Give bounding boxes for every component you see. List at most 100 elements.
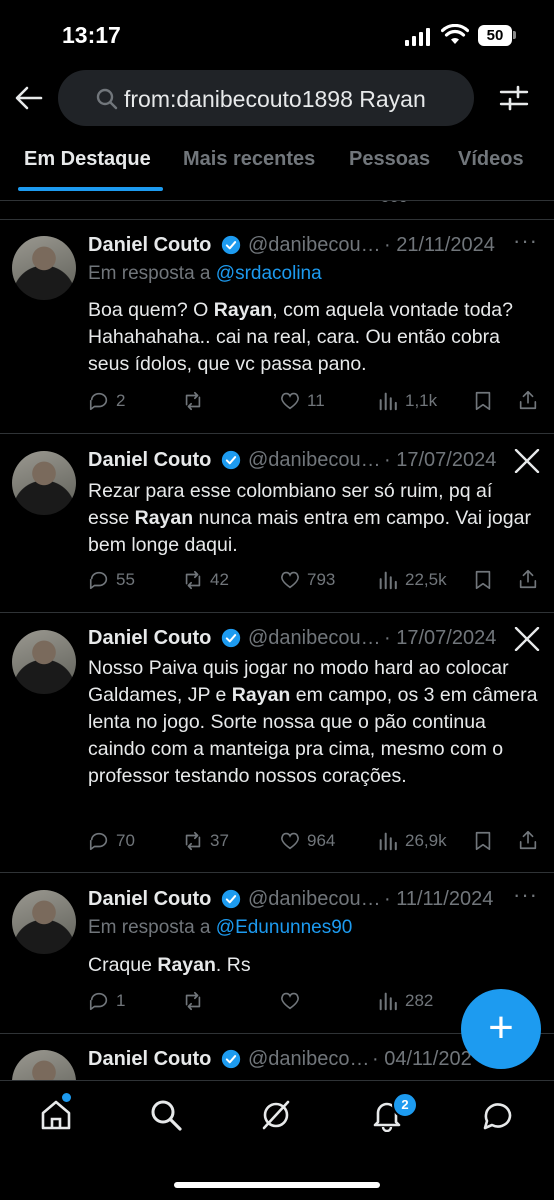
- reply-mention-link[interactable]: @srdacolina: [216, 263, 322, 284]
- like-count: 793: [307, 570, 336, 589]
- reply-icon: [89, 392, 108, 411]
- views-action[interactable]: 26,9k: [377, 830, 447, 852]
- tweet-author-name[interactable]: Daniel Couto: [88, 1048, 211, 1071]
- back-arrow-icon[interactable]: [14, 84, 44, 112]
- like-action[interactable]: 793: [279, 569, 335, 591]
- views-icon: [379, 571, 397, 590]
- reply-action[interactable]: 55: [88, 569, 135, 591]
- heart-icon: [281, 392, 299, 410]
- avatar[interactable]: [12, 451, 76, 515]
- verified-badge-icon: [221, 628, 241, 648]
- views-icon: [379, 392, 397, 411]
- tweet-text: Craque Rayan. Rs: [88, 952, 538, 979]
- like-action[interactable]: 11: [279, 390, 325, 412]
- heart-icon: [281, 571, 299, 589]
- x-logo-icon: [514, 627, 540, 651]
- x-logo-icon: [514, 449, 540, 473]
- like-action[interactable]: 964: [279, 830, 335, 852]
- retweet-icon: [185, 991, 201, 1011]
- tweet-handle[interactable]: @danibecou…: [248, 234, 381, 257]
- search-icon[interactable]: [149, 1098, 183, 1132]
- retweet-icon: [185, 391, 201, 411]
- share-icon[interactable]: [517, 829, 539, 851]
- highlight-term: Rayan: [134, 507, 194, 529]
- tweet-date[interactable]: · 17/07/2024: [384, 627, 496, 650]
- reply-mention-link[interactable]: @Edununnes90: [216, 917, 353, 938]
- tweet-date[interactable]: · 11/11/2024: [384, 888, 493, 911]
- tweet-date[interactable]: · 17/07/2024: [384, 449, 496, 472]
- views-count: 1,1k: [405, 391, 438, 410]
- tab-em-destaque[interactable]: Em Destaque: [24, 148, 151, 171]
- tweet-author-name[interactable]: Daniel Couto: [88, 888, 211, 911]
- avatar[interactable]: [12, 890, 76, 954]
- like-action[interactable]: [279, 990, 307, 1012]
- share-icon[interactable]: [517, 389, 539, 411]
- messages-icon[interactable]: [481, 1098, 515, 1132]
- reply-action[interactable]: 1: [88, 990, 125, 1012]
- tweet-author-name[interactable]: Daniel Couto: [88, 234, 211, 257]
- tweet-author-name[interactable]: Daniel Couto: [88, 449, 211, 472]
- grok-icon[interactable]: [259, 1098, 293, 1132]
- bookmark-icon[interactable]: [472, 569, 494, 591]
- tweet-handle[interactable]: @danibeco…: [248, 1048, 369, 1071]
- search-icon: [96, 88, 118, 110]
- reply-action[interactable]: 2: [88, 390, 125, 412]
- like-count: 11: [307, 391, 325, 410]
- avatar[interactable]: [12, 236, 76, 300]
- more-options-icon[interactable]: ···: [513, 882, 538, 908]
- tab-mais-recentes[interactable]: Mais recentes: [183, 148, 315, 171]
- views-action[interactable]: 1,1k: [377, 390, 437, 412]
- tweet-handle[interactable]: @danibecou…: [248, 627, 381, 650]
- wifi-icon: [441, 24, 469, 44]
- divider: [0, 219, 554, 220]
- reply-action[interactable]: 70: [88, 830, 135, 852]
- reply-count: 55: [116, 570, 135, 589]
- avatar[interactable]: [12, 630, 76, 694]
- retweet-icon: [185, 570, 201, 590]
- retweet-action[interactable]: [182, 990, 210, 1012]
- battery-indicator: 50: [478, 25, 512, 46]
- retweet-action[interactable]: 42: [182, 569, 229, 591]
- views-action[interactable]: 282: [377, 990, 433, 1012]
- search-query[interactable]: from:danibecouto1898 Rayan: [124, 86, 426, 113]
- divider: [0, 612, 554, 613]
- views-action[interactable]: 22,5k: [377, 569, 447, 591]
- retweet-action[interactable]: 37: [182, 830, 229, 852]
- reply-prefix: Em resposta a: [88, 917, 211, 938]
- retweet-count: 37: [210, 831, 229, 850]
- views-icon: [379, 832, 397, 851]
- divider: [0, 872, 554, 873]
- reply-count: 1: [116, 991, 126, 1010]
- views-count: 26,9k: [405, 831, 447, 850]
- retweet-action[interactable]: [182, 390, 210, 412]
- tweet-date[interactable]: · 21/11/2024: [384, 234, 495, 257]
- more-options-icon[interactable]: ···: [513, 228, 538, 254]
- share-icon[interactable]: [517, 568, 539, 590]
- tab-pessoas[interactable]: Pessoas: [349, 148, 430, 171]
- reply-context: Em resposta a @Edununnes90: [88, 917, 352, 939]
- tweet-handle[interactable]: @danibecou…: [248, 449, 381, 472]
- active-tab-indicator: [18, 187, 163, 191]
- bookmark-icon[interactable]: [472, 390, 494, 412]
- home-icon[interactable]: [39, 1098, 73, 1132]
- avatar[interactable]: [12, 1050, 76, 1080]
- filter-settings-icon[interactable]: [498, 82, 530, 114]
- reply-icon: [89, 832, 108, 851]
- views-icon: [379, 992, 397, 1011]
- battery-cap: [513, 31, 516, 39]
- tab-videos[interactable]: Vídeos: [458, 148, 524, 171]
- reply-icon: [89, 992, 108, 1011]
- tweet-handle[interactable]: @danibecou…: [248, 888, 381, 911]
- views-action[interactable]: 609: [380, 201, 408, 207]
- signal-icon: [405, 28, 430, 46]
- tweet-date[interactable]: · 04/11/202: [372, 1048, 472, 1071]
- compose-post-button[interactable]: +: [461, 989, 541, 1069]
- tweet-author-name[interactable]: Daniel Couto: [88, 627, 211, 650]
- divider: [0, 433, 554, 434]
- bookmark-icon[interactable]: [472, 830, 494, 852]
- retweet-count: 42: [210, 570, 229, 589]
- reply-context: Em resposta a @srdacolina: [88, 263, 322, 285]
- text-segment: Craque: [88, 954, 158, 976]
- notifications-badge: 2: [392, 1092, 418, 1118]
- verified-badge-icon: [221, 889, 241, 909]
